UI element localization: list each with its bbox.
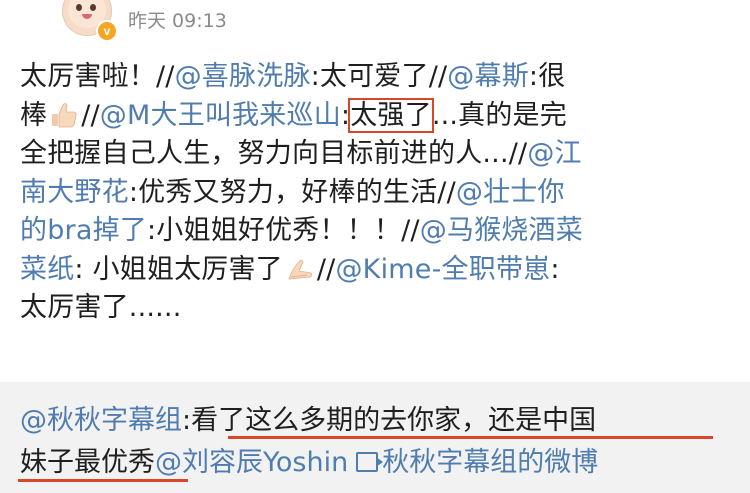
avatar-eye-right: [90, 4, 96, 11]
user-mention[interactable]: @刘容辰Yoshin: [155, 447, 348, 478]
post-text: //: [81, 99, 100, 131]
reposted-content[interactable]: @秋秋字幕组:看了这么多期的去你家，还是中国 妹子最优秀@刘容辰Yoshin 秋秋…: [0, 382, 750, 493]
post-text: ...真的是完: [431, 99, 567, 131]
avatar-eye-left: [76, 4, 82, 11]
post-text: : 小姐姐太厉害了: [74, 253, 283, 285]
post-text: :: [550, 253, 560, 285]
post-text: 太厉害了......: [20, 292, 182, 323]
user-mention[interactable]: @Kime-全职带崽: [335, 254, 550, 285]
post-text: 全把握自己人生，努力向目标前进的人...//: [20, 138, 528, 169]
repost-text-segment: :看了这么多期的去你家，还是中国: [182, 405, 597, 436]
highlighted-phrase: 太强了: [348, 97, 434, 133]
post-timestamp: 昨天 09:13: [128, 10, 227, 32]
post-line-6: 菜纸: 小姐姐太厉害了 //@Kime-全职带崽:: [20, 251, 735, 290]
user-mention[interactable]: @M大王叫我来巡山: [100, 100, 341, 131]
pray-icon: [288, 259, 313, 279]
repost-text-segment: 妹子最优秀: [20, 447, 155, 478]
user-mention[interactable]: @幕斯: [447, 61, 529, 92]
user-mention[interactable]: @江: [527, 138, 581, 169]
post-text: 太厉害啦！//: [20, 61, 175, 92]
post-line-3: 全把握自己人生，努力向目标前进的人...//@江: [20, 135, 735, 174]
post-text: :太可爱了//: [310, 61, 448, 92]
underline-annotation: [228, 436, 713, 439]
user-mention[interactable]: 菜纸: [20, 254, 74, 285]
verified-badge-icon: v: [96, 20, 118, 42]
post-text: //: [316, 253, 336, 285]
user-mention[interactable]: 南大野花: [20, 177, 129, 208]
user-mention[interactable]: 的bra掉了: [20, 215, 147, 246]
post-text: :优秀又努力，好棒的生活//: [128, 176, 456, 208]
weibo-link-icon: [356, 452, 384, 472]
post-line-2: 棒 //@M大王叫我来巡山:太强了...真的是完: [20, 97, 735, 136]
post-text: :: [340, 99, 351, 131]
user-mention[interactable]: @秋秋字幕组: [20, 405, 182, 436]
source-link[interactable]: 秋秋字幕组的微博: [382, 447, 598, 478]
post-line-5: 的bra掉了:小姐姐好优秀！！！//@马猴烧酒菜: [20, 212, 735, 251]
post-line-1: 太厉害啦！//@喜脉洗脉:太可爱了//@幕斯:很: [20, 58, 735, 97]
post-text: :很: [528, 61, 566, 92]
user-mention[interactable]: @壮士你: [456, 177, 565, 208]
user-mention[interactable]: @马猴烧酒菜: [420, 215, 583, 246]
repost-line-2: 妹子最优秀@刘容辰Yoshin 秋秋字幕组的微博: [20, 442, 735, 484]
thumbs-up-icon: [52, 102, 77, 127]
underline-annotation: [18, 479, 188, 482]
repost-text: @秋秋字幕组:看了这么多期的去你家，还是中国 妹子最优秀@刘容辰Yoshin 秋秋…: [20, 400, 735, 484]
post-line-4: 南大野花:优秀又努力，好棒的生活//@壮士你: [20, 174, 735, 213]
post-body: 太厉害啦！//@喜脉洗脉:太可爱了//@幕斯:很 棒//@M大王叫我来巡山:太强…: [20, 58, 735, 328]
post-header: v 昨天 09:13: [0, 0, 750, 48]
post-text: 棒: [20, 99, 48, 131]
user-mention[interactable]: @喜脉洗脉: [175, 61, 311, 92]
post-line-7: 太厉害了......: [20, 289, 735, 328]
post-text: :小姐姐好优秀！！！//: [147, 215, 420, 246]
